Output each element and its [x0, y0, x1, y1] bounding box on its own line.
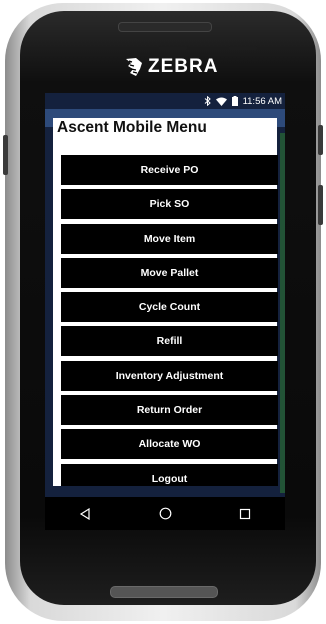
brand-logo: ZEBRA	[122, 56, 218, 78]
battery-icon	[231, 96, 238, 106]
proximity-sensor	[158, 46, 188, 50]
volume-up-button	[318, 125, 323, 155]
refill-button[interactable]: Refill	[61, 326, 278, 357]
front-camera	[228, 46, 258, 50]
wifi-icon	[215, 97, 227, 106]
side-button-left	[3, 135, 8, 175]
status-bar: 11:56 AM	[45, 93, 285, 109]
earpiece-speaker	[118, 22, 212, 32]
cycle-count-button[interactable]: Cycle Count	[61, 292, 278, 323]
device-screen: 11:56 AM Ascent Mobile Menu Receive PO P…	[45, 93, 285, 530]
move-item-button[interactable]: Move Item	[61, 223, 278, 254]
nav-back-button[interactable]	[75, 504, 95, 524]
menu-list[interactable]: Receive PO Pick SO Move Item Move Pallet…	[61, 155, 278, 486]
nav-recents-button[interactable]	[235, 504, 255, 524]
receive-po-button[interactable]: Receive PO	[61, 155, 278, 185]
app-background-peek	[280, 133, 285, 493]
navigation-bar	[45, 497, 285, 530]
volume-down-button	[318, 185, 323, 225]
inventory-adjustment-button[interactable]: Inventory Adjustment	[61, 360, 278, 391]
status-time: 11:56 AM	[242, 95, 282, 107]
menu-dialog: Ascent Mobile Menu Receive PO Pick SO Mo…	[53, 118, 278, 486]
allocate-wo-button[interactable]: Allocate WO	[61, 429, 278, 460]
nav-home-button[interactable]	[155, 504, 175, 524]
pick-so-button[interactable]: Pick SO	[61, 189, 278, 220]
home-icon	[159, 507, 171, 520]
brand-text: ZEBRA	[148, 56, 219, 77]
logout-button[interactable]: Logout	[61, 463, 278, 486]
bluetooth-icon	[204, 96, 211, 106]
dialog-title: Ascent Mobile Menu	[57, 119, 207, 136]
return-order-button[interactable]: Return Order	[61, 395, 278, 426]
back-icon	[79, 507, 90, 520]
bottom-speaker	[110, 586, 218, 598]
recents-icon	[239, 508, 251, 519]
move-pallet-button[interactable]: Move Pallet	[61, 257, 278, 288]
zebra-head-icon	[126, 58, 142, 76]
